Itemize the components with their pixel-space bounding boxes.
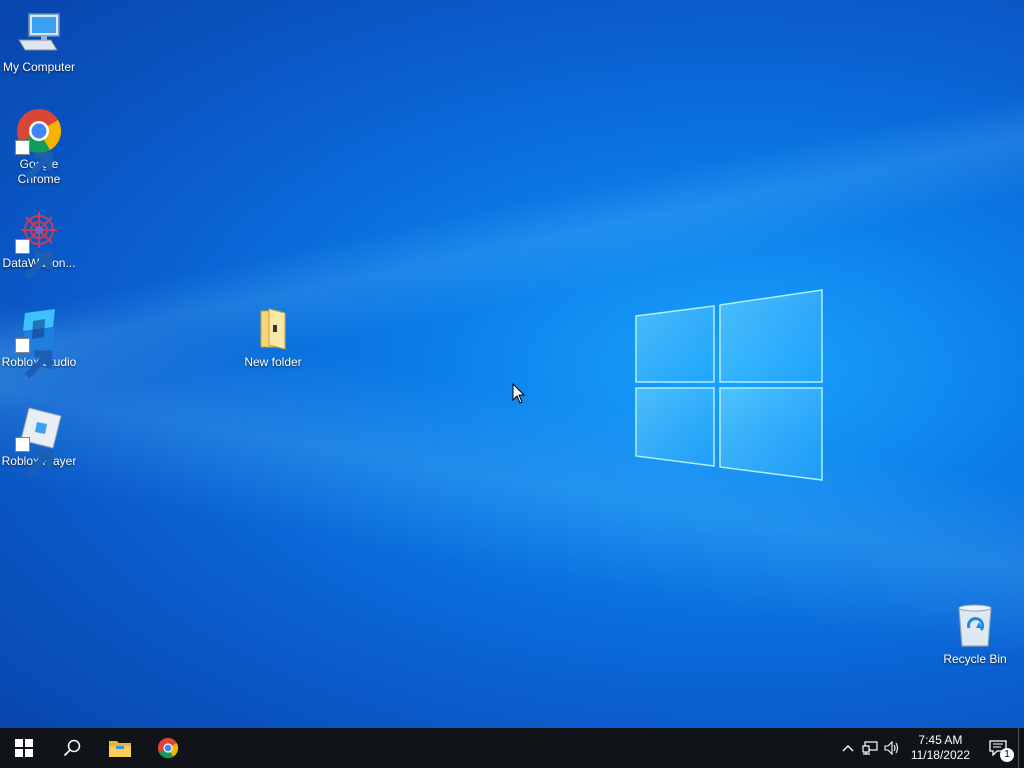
shortcut-arrow-icon [15,239,53,280]
chrome-icon [157,737,179,759]
desktop-icon-label: My Computer [2,60,76,74]
network-icon [862,741,878,755]
network-button[interactable] [859,728,881,768]
wallpaper-light-beam [0,300,1024,720]
clock-button[interactable]: 7:45 AM 11/18/2022 [903,733,978,763]
shortcut-arrow-icon [15,437,53,478]
clock-time: 7:45 AM [918,733,963,747]
desktop-icon-recycle-bin[interactable]: Recycle Bin [936,602,1014,667]
desktop-icon-label: Recycle Bin [943,652,1007,666]
file-explorer-icon [109,741,131,757]
computer-icon [15,10,63,58]
volume-button[interactable] [881,728,903,768]
volume-icon [884,741,898,755]
roblox-studio-icon [15,305,63,379]
wallpaper-light-beam [0,40,1024,540]
start-button[interactable] [0,728,48,768]
notification-count-badge: 1 [1000,748,1014,762]
mouse-cursor-icon [512,383,526,404]
search-icon [63,739,81,757]
desktop-icon-roblox-player[interactable]: Roblox Player [0,404,78,478]
file-explorer-button[interactable] [96,728,144,768]
recycle-bin-icon [951,602,999,650]
action-center-button[interactable]: 1 [978,728,1018,768]
clock-date: 11/18/2022 [910,748,970,762]
shortcut-arrow-icon [15,338,53,379]
shortcut-arrow-icon [15,140,53,181]
desktop-icon-my-computer[interactable]: My Computer [0,10,78,75]
chevron-up-icon [842,745,854,752]
folder-icon [249,305,297,353]
windows-logo-wallpaper [635,289,823,481]
roblox-player-icon [15,404,63,478]
datawagon-icon [15,206,63,280]
desktop-icon-roblox-studio[interactable]: Roblox Studio [0,305,78,379]
chrome-icon [15,107,63,181]
search-button[interactable] [48,728,96,768]
taskbar: 7:45 AM 11/18/2022 1 [0,728,1024,768]
desktop-icon-google-chrome[interactable]: Google Chrome [0,107,78,187]
desktop-icon-label: New folder [244,355,302,369]
show-hidden-icons-button[interactable] [837,728,859,768]
desktop-icon-datawagon[interactable]: DataWagon... [0,206,78,280]
desktop-icon-new-folder[interactable]: New folder [234,305,312,370]
show-desktop-button[interactable] [1018,728,1024,768]
system-tray: 7:45 AM 11/18/2022 1 [837,728,1024,768]
chrome-taskbar-button[interactable] [144,728,192,768]
windows-logo-icon [15,739,33,757]
